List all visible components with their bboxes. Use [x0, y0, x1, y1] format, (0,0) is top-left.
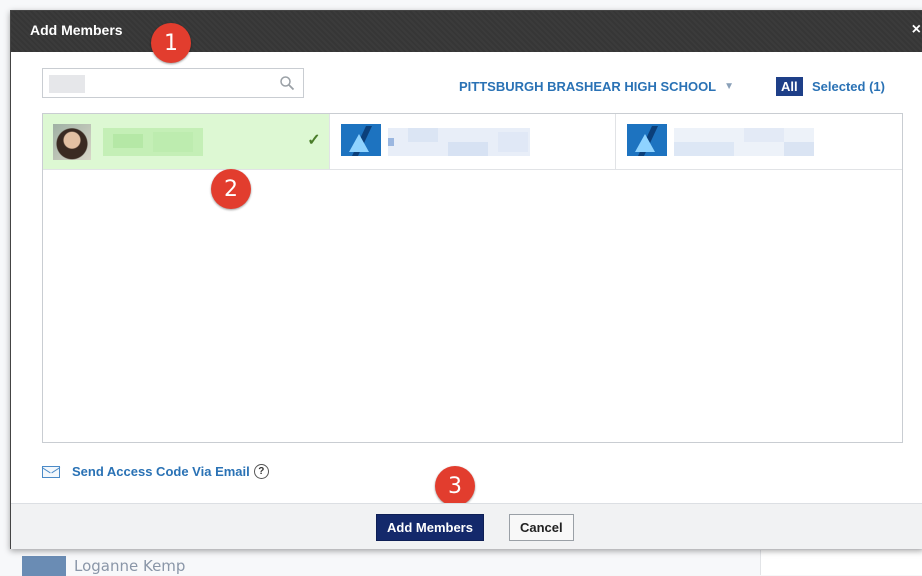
avatar — [53, 124, 91, 160]
send-access-code-label: Send Access Code Via Email — [72, 464, 250, 479]
tab-all[interactable]: All — [776, 77, 803, 96]
send-access-code-link[interactable]: Send Access Code Via Email ? — [42, 464, 269, 479]
mail-icon — [42, 465, 60, 478]
search-icon[interactable] — [279, 75, 295, 91]
member-row: ✓ — [43, 114, 902, 170]
dialog-footer: Add Members Cancel — [11, 503, 922, 549]
step-badge-2: 2 — [211, 169, 251, 209]
school-logo-avatar — [627, 124, 668, 156]
background-right-panel — [760, 550, 922, 575]
school-filter-label: PITTSBURGH BRASHEAR HIGH SCHOOL — [459, 79, 717, 94]
chevron-down-icon: ▼ — [724, 81, 735, 92]
school-filter-dropdown[interactable]: PITTSBURGH BRASHEAR HIGH SCHOOL ▼ — [459, 79, 734, 94]
background-avatar — [22, 556, 66, 576]
member-search-field[interactable] — [42, 68, 304, 98]
background-member-name: Loganne Kemp — [74, 557, 186, 575]
member-grid: ✓ — [42, 113, 903, 443]
add-members-button[interactable]: Add Members — [376, 514, 484, 541]
checkmark-icon: ✓ — [307, 132, 321, 149]
cancel-button[interactable]: Cancel — [509, 514, 574, 541]
background-member-row: Loganne Kemp — [22, 556, 185, 576]
step-badge-3: 3 — [435, 466, 475, 506]
member-card-selected[interactable]: ✓ — [43, 114, 330, 169]
member-card[interactable] — [330, 114, 617, 169]
school-logo-avatar — [340, 124, 381, 156]
member-card[interactable] — [616, 114, 902, 169]
help-icon[interactable]: ? — [253, 464, 269, 479]
search-input-redacted — [49, 75, 85, 93]
member-name-redacted — [387, 128, 530, 156]
close-icon[interactable]: × — [912, 21, 921, 39]
member-name-redacted — [103, 128, 203, 156]
step-badge-1: 1 — [151, 23, 191, 63]
member-name-redacted — [674, 128, 815, 156]
dialog-titlebar: Add Members × — [11, 11, 922, 52]
add-members-dialog: Add Members × 1 PITTSBURGH BRASHEAR HIGH… — [10, 10, 922, 549]
tab-selected[interactable]: Selected (1) — [812, 79, 885, 94]
dialog-title: Add Members — [30, 22, 123, 38]
